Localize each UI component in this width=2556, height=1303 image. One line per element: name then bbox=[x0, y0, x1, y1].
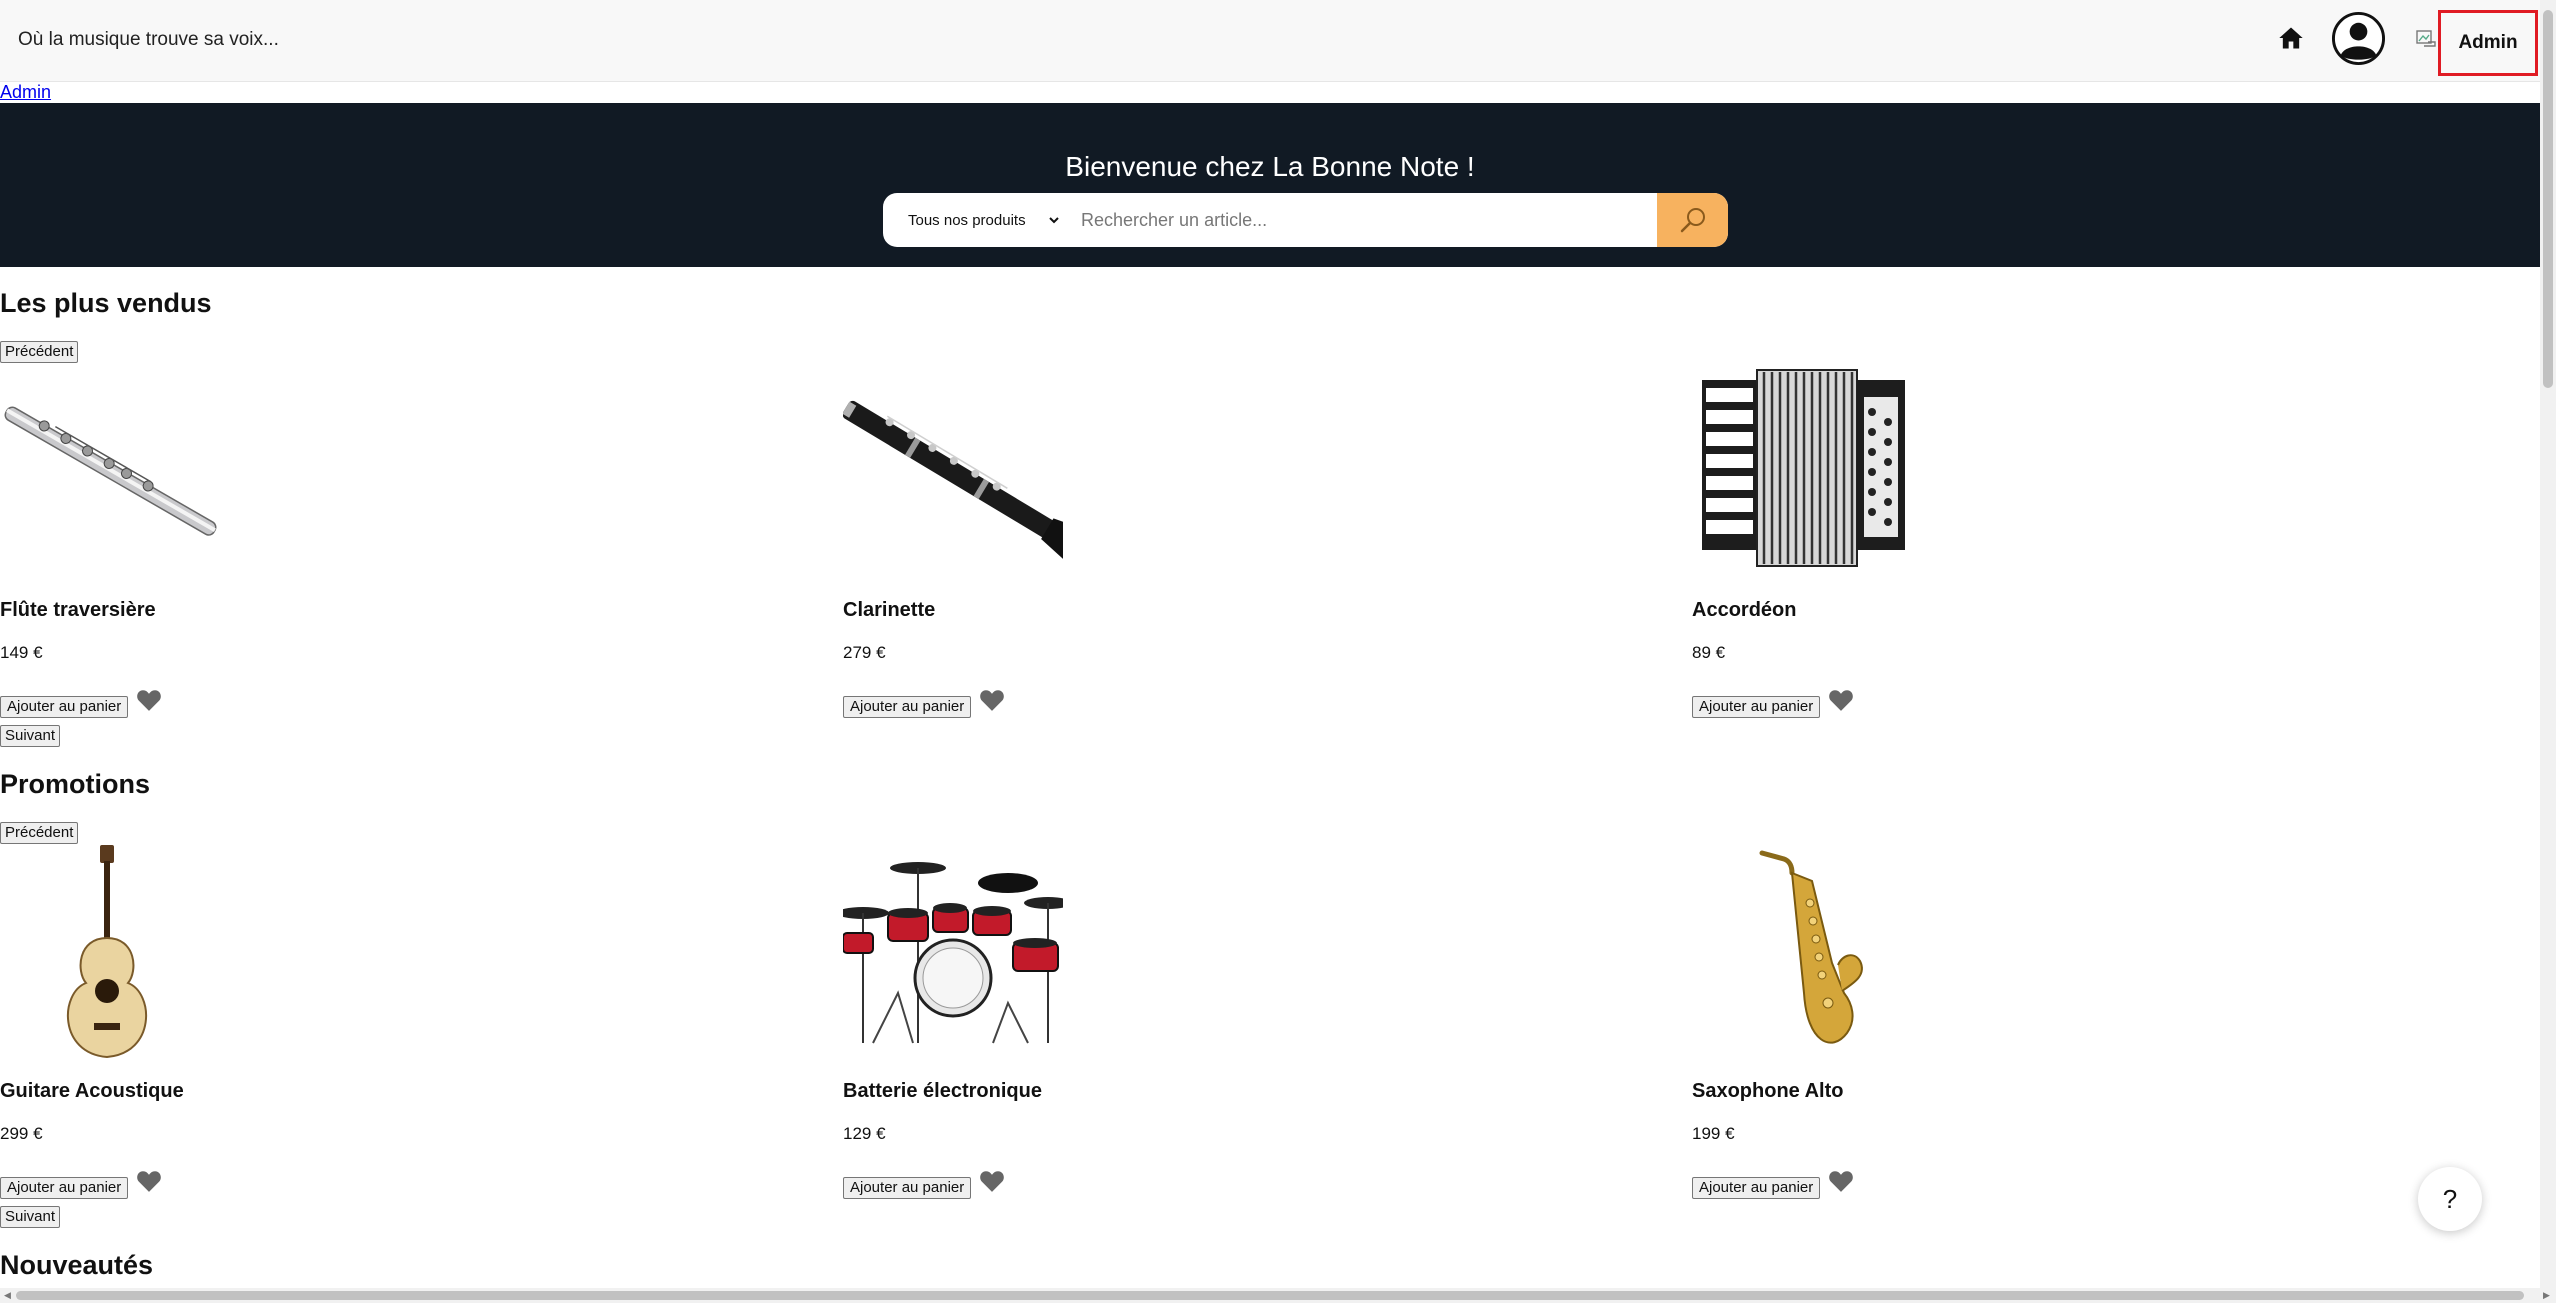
product-name: Flûte traversière bbox=[0, 599, 156, 621]
heart-icon[interactable] bbox=[136, 1169, 162, 1193]
scroll-right-arrow-icon[interactable]: ▶ bbox=[2543, 1290, 2550, 1301]
heart-icon[interactable] bbox=[979, 1169, 1005, 1193]
broken-image-icon bbox=[2416, 30, 2436, 47]
scroll-left-arrow-icon[interactable]: ◀ bbox=[4, 1290, 11, 1301]
tagline: Où la musique trouve sa voix... bbox=[18, 29, 279, 50]
product-card: Saxophone Alto 199 € Ajouter au panier bbox=[1692, 843, 2292, 1223]
search-button[interactable] bbox=[1657, 193, 1728, 247]
next-button[interactable]: Suivant bbox=[0, 1206, 61, 1228]
help-button[interactable]: ? bbox=[2418, 1167, 2482, 1231]
product-card: Guitare Acoustique 299 € Ajouter au pani… bbox=[0, 843, 600, 1223]
product-price: 299 € bbox=[0, 1124, 43, 1143]
vertical-scrollbar-thumb[interactable] bbox=[2543, 10, 2553, 388]
product-name: Clarinette bbox=[843, 599, 936, 621]
section-title-promotions: Promotions bbox=[0, 769, 151, 799]
search-input[interactable] bbox=[1069, 193, 1657, 247]
product-price: 89 € bbox=[1692, 643, 1726, 662]
product-price: 129 € bbox=[843, 1124, 886, 1143]
add-to-cart-button[interactable]: Ajouter au panier bbox=[843, 1177, 972, 1199]
top-bar: Où la musique trouve sa voix... Admin bbox=[0, 0, 2540, 82]
acoustic-guitar-image[interactable] bbox=[0, 843, 220, 1063]
hero-banner: Bienvenue chez La Bonne Note ! Tous nos … bbox=[0, 103, 2540, 267]
product-name: Batterie électronique bbox=[843, 1080, 1042, 1102]
accordion-image[interactable] bbox=[1692, 362, 1912, 582]
user-avatar-icon[interactable] bbox=[2331, 11, 2386, 66]
saxophone-image[interactable] bbox=[1692, 843, 1912, 1063]
section-title-best-sellers: Les plus vendus bbox=[0, 288, 212, 318]
heart-icon[interactable] bbox=[1828, 1169, 1854, 1193]
add-to-cart-button[interactable]: Ajouter au panier bbox=[1692, 696, 1821, 718]
horizontal-scrollbar[interactable]: ◀ ▶ bbox=[0, 1288, 2556, 1303]
category-select[interactable]: Tous nos produits bbox=[883, 193, 1069, 247]
heart-icon[interactable] bbox=[979, 688, 1005, 712]
admin-link[interactable]: Admin bbox=[0, 82, 51, 103]
home-icon[interactable] bbox=[2276, 24, 2306, 52]
heart-icon[interactable] bbox=[136, 688, 162, 712]
search-bar: Tous nos produits bbox=[883, 193, 1728, 247]
product-card: Clarinette 279 € Ajouter au panier bbox=[843, 362, 1443, 742]
product-price: 279 € bbox=[843, 643, 886, 662]
add-to-cart-button[interactable]: Ajouter au panier bbox=[843, 696, 972, 718]
product-card: Batterie électronique 129 € Ajouter au p… bbox=[843, 843, 1443, 1223]
product-name: Saxophone Alto bbox=[1692, 1080, 1844, 1102]
product-name: Guitare Acoustique bbox=[0, 1080, 184, 1102]
chevron-down-icon bbox=[1049, 217, 1059, 224]
add-to-cart-button[interactable]: Ajouter au panier bbox=[0, 696, 129, 718]
add-to-cart-button[interactable]: Ajouter au panier bbox=[1692, 1177, 1821, 1199]
category-select-value: Tous nos produits bbox=[908, 211, 1026, 229]
product-card: Flûte traversière 149 € Ajouter au panie… bbox=[0, 362, 600, 742]
clarinet-image[interactable] bbox=[843, 362, 1063, 582]
previous-button[interactable]: Précédent bbox=[0, 341, 79, 363]
electronic-drums-image[interactable] bbox=[843, 843, 1063, 1063]
flute-image[interactable] bbox=[0, 362, 220, 582]
product-name: Accordéon bbox=[1692, 599, 1797, 621]
add-to-cart-button[interactable]: Ajouter au panier bbox=[0, 1177, 129, 1199]
product-price: 199 € bbox=[1692, 1124, 1735, 1143]
horizontal-scrollbar-thumb[interactable] bbox=[16, 1291, 2524, 1300]
previous-button[interactable]: Précédent bbox=[0, 822, 79, 844]
heart-icon[interactable] bbox=[1828, 688, 1854, 712]
product-price: 149 € bbox=[0, 643, 43, 662]
next-button[interactable]: Suivant bbox=[0, 725, 61, 747]
hero-title: Bienvenue chez La Bonne Note ! bbox=[1065, 151, 1475, 182]
section-title-new-arrivals: Nouveautés bbox=[0, 1250, 154, 1280]
product-card: Accordéon 89 € Ajouter au panier bbox=[1692, 362, 2292, 742]
admin-nav-button[interactable]: Admin bbox=[2438, 10, 2538, 76]
search-icon bbox=[1680, 208, 1705, 233]
vertical-scrollbar[interactable] bbox=[2540, 0, 2556, 1288]
